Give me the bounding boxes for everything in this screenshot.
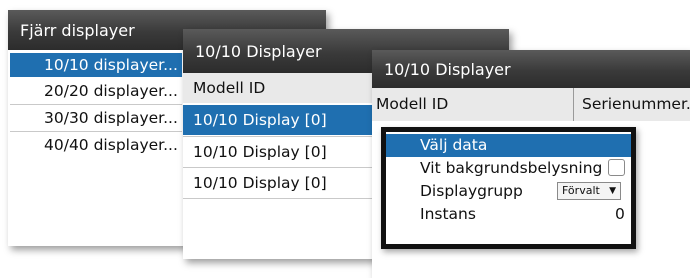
display-list-row-label: 10/10 Display [0] <box>193 143 327 161</box>
list-item-label: 10/10 displayer... <box>44 56 178 74</box>
menu-item-select-data[interactable]: Välj data <box>386 134 631 157</box>
remote-display-item-40-40[interactable]: 40/40 displayer... <box>10 133 182 157</box>
display-group-dropdown[interactable]: Förvalt ▼ <box>557 182 621 200</box>
list-item-label: 20/20 displayer... <box>44 82 178 100</box>
column-header-model-id: Modell ID <box>376 95 449 113</box>
menu-item-label: Displaygrupp <box>420 182 523 200</box>
menu-item-label: Vit bakgrundsbelysning <box>420 159 603 177</box>
remote-display-item-10-10[interactable]: 10/10 displayer... <box>10 53 182 77</box>
display-group-dropdown-value: Förvalt <box>562 184 600 197</box>
white-backlight-checkbox[interactable] <box>608 159 625 176</box>
display-context-menu: Välj data Vit bakgrundsbelysning Display… <box>381 127 636 249</box>
display-detail-title: 10/10 Displayer <box>372 50 690 88</box>
instance-value: 0 <box>615 205 625 223</box>
display-list-row-label: 10/10 Display [0] <box>193 111 327 129</box>
display-detail-header-row: Modell ID Serienummer. <box>372 88 690 121</box>
menu-item-label: Instans <box>420 205 476 223</box>
list-item-label: 40/40 displayer... <box>44 136 178 154</box>
column-header-serial-number: Serienummer. <box>573 88 690 121</box>
chevron-down-icon: ▼ <box>609 186 616 196</box>
display-list-row-label: 10/10 Display [0] <box>193 174 327 192</box>
divider <box>10 104 182 105</box>
divider <box>10 131 182 132</box>
menu-item-display-group[interactable]: Displaygrupp Förvalt ▼ <box>386 180 631 203</box>
menu-item-instance[interactable]: Instans 0 <box>386 203 631 226</box>
menu-item-label: Välj data <box>420 136 488 154</box>
remote-display-item-30-30[interactable]: 30/30 displayer... <box>10 106 182 130</box>
list-item-label: 30/30 displayer... <box>44 109 178 127</box>
menu-item-white-backlight[interactable]: Vit bakgrundsbelysning <box>386 157 631 180</box>
remote-display-item-20-20[interactable]: 20/20 displayer... <box>10 79 182 103</box>
